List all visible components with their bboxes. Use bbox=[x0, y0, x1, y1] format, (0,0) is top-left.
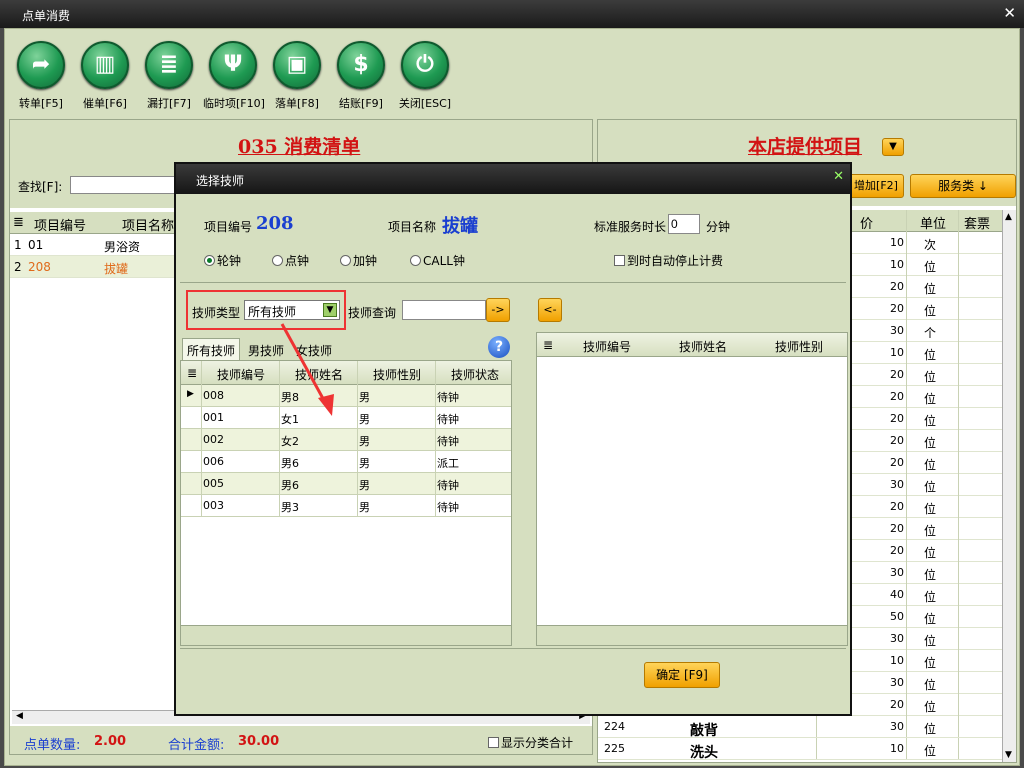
toolbar-icon: ▣ bbox=[273, 41, 321, 89]
item-code-label: 项目编号 bbox=[204, 220, 253, 234]
item-name-value: 拔罐 bbox=[442, 216, 478, 237]
select-technician-dialog: 选择技师 ✕ 项目编号 208 项目名称 拔罐 标准服务时长 分钟 轮钟 点钟 … bbox=[174, 162, 852, 716]
toolbar-button-4[interactable]: ▣ 落单[F8] bbox=[267, 41, 327, 111]
total-value: 30.00 bbox=[238, 734, 280, 749]
mode-radio-3[interactable]: CALL钟 bbox=[410, 252, 465, 269]
toolbar-icon: ≣ bbox=[145, 41, 193, 89]
toolbar-button-label: 漏打[F7] bbox=[147, 97, 191, 110]
category-button[interactable]: 服务类 ↓ bbox=[910, 174, 1016, 198]
technician-grid-header: ≣ 技师编号 技师姓名 技师性别 技师状态 bbox=[181, 361, 511, 385]
col-name: 项目名称 bbox=[122, 219, 175, 234]
order-grid-header: ≣ 项目编号 项目名称 bbox=[10, 212, 180, 234]
table-row[interactable]: 2 208 拔罐 bbox=[10, 256, 180, 278]
col-code: 项目编号 bbox=[34, 219, 87, 234]
table-row[interactable]: 225 洗头 10 位 bbox=[598, 738, 1002, 761]
close-icon[interactable]: ✕ bbox=[1003, 4, 1016, 22]
selected-grid-header: ≣ 技师编号 技师姓名 技师性别 bbox=[537, 333, 847, 357]
tech-query-label: 技师查询 bbox=[348, 306, 397, 320]
current-row-icon: ▶ bbox=[187, 389, 194, 399]
tech-type-select[interactable]: 所有技师 ▼ bbox=[244, 300, 340, 320]
auto-stop-checkbox[interactable]: 到时自动停止计费 bbox=[614, 252, 723, 269]
technician-grid: ≣ 技师编号 技师姓名 技师性别 技师状态 ▶ 008 男8 男待钟 001 女1 男待钟 0… bbox=[180, 360, 512, 646]
chevron-down-icon[interactable]: ▼ bbox=[882, 138, 904, 156]
toolbar-button-label: 结账[F9] bbox=[339, 97, 383, 110]
dialog-close-icon[interactable]: ✕ bbox=[833, 169, 844, 184]
item-code-value: 208 bbox=[256, 213, 294, 234]
toolbar-button-label: 转单[F5] bbox=[19, 97, 63, 110]
technician-row[interactable]: 002 女2 男待钟 bbox=[181, 429, 511, 451]
mode-radio-2[interactable]: 加钟 bbox=[340, 252, 377, 269]
dialog-titlebar: 选择技师 ✕ bbox=[176, 164, 850, 194]
toolbar-button-label: 临时项[F10] bbox=[203, 97, 265, 110]
mode-radio-0[interactable]: 轮钟 bbox=[204, 252, 241, 269]
window-titlebar: 点单消费 ✕ bbox=[0, 0, 1024, 28]
search-input[interactable] bbox=[70, 176, 180, 194]
item-name-label: 项目名称 bbox=[388, 220, 437, 234]
toolbar-icon: ⏻ bbox=[401, 41, 449, 89]
window-title: 点单消费 bbox=[22, 9, 71, 23]
toolbar-icon: ➦ bbox=[17, 41, 65, 89]
technician-row[interactable]: 001 女1 男待钟 bbox=[181, 407, 511, 429]
confirm-button[interactable]: 确定 [F9] bbox=[644, 662, 720, 688]
toolbar-button-label: 关闭[ESC] bbox=[398, 97, 452, 110]
tech-type-label: 技师类型 bbox=[192, 306, 241, 320]
table-row[interactable]: 1 01 男浴资 bbox=[10, 234, 180, 256]
search-label: 查找[F]: bbox=[18, 180, 63, 194]
technician-row[interactable]: 005 男6 男待钟 bbox=[181, 473, 511, 495]
technician-row[interactable]: 006 男6 男派工 bbox=[181, 451, 511, 473]
row-indicator-icon: ≣ bbox=[13, 215, 24, 230]
arrow-left-icon[interactable]: <- bbox=[538, 298, 562, 322]
qty-value: 2.00 bbox=[94, 734, 127, 749]
arrow-right-icon[interactable]: -> bbox=[486, 298, 510, 322]
duration-label: 标准服务时长 bbox=[594, 220, 667, 234]
duration-input[interactable] bbox=[668, 214, 700, 234]
chevron-down-icon: ▼ bbox=[323, 303, 337, 317]
toolbar-button-2[interactable]: ≣ 漏打[F7] bbox=[139, 41, 199, 111]
tech-query-input[interactable] bbox=[402, 300, 486, 320]
selected-technician-grid: ≣ 技师编号 技师姓名 技师性别 bbox=[536, 332, 848, 646]
duration-unit: 分钟 bbox=[706, 220, 731, 234]
toolbar-button-3[interactable]: Ψ 临时项[F10] bbox=[203, 41, 265, 111]
toolbar-button-6[interactable]: ⏻ 关闭[ESC] bbox=[395, 41, 455, 111]
toolbar-button-label: 落单[F8] bbox=[275, 97, 319, 110]
toolbar-button-1[interactable]: ▥ 催单[F6] bbox=[75, 41, 135, 111]
show-category-checkbox[interactable]: 显示分类合计 bbox=[488, 734, 573, 751]
mode-radio-1[interactable]: 点钟 bbox=[272, 252, 309, 269]
service-items-title: 本店提供项目 bbox=[748, 136, 863, 158]
annotation-arrow-icon bbox=[280, 323, 334, 416]
dialog-title: 选择技师 bbox=[196, 174, 245, 188]
row-indicator-icon: ≣ bbox=[542, 338, 554, 352]
technician-row[interactable]: ▶ 008 男8 男待钟 bbox=[181, 385, 511, 407]
table-row[interactable]: 224 敲背 30 位 bbox=[598, 716, 1002, 739]
row-indicator-icon: ≣ bbox=[186, 366, 198, 380]
order-list-title: 035 消费清单 bbox=[238, 136, 361, 158]
total-label: 合计金额: bbox=[168, 738, 225, 753]
help-icon[interactable]: ? bbox=[488, 336, 510, 358]
toolbar-button-label: 催单[F6] bbox=[83, 97, 127, 110]
add-button[interactable]: 增加[F2] bbox=[848, 174, 904, 198]
toolbar-icon: $ bbox=[337, 41, 385, 89]
qty-label: 点单数量: bbox=[24, 738, 81, 753]
toolbar-button-5[interactable]: $ 结账[F9] bbox=[331, 41, 391, 111]
technician-row[interactable]: 003 男3 男待钟 bbox=[181, 495, 511, 517]
vertical-scrollbar[interactable]: ▲ ▼ bbox=[1002, 210, 1016, 762]
toolbar-button-0[interactable]: ➦ 转单[F5] bbox=[11, 41, 71, 111]
tab-all-technicians[interactable]: 所有技师 bbox=[182, 338, 240, 360]
toolbar-icon: Ψ bbox=[209, 41, 257, 89]
toolbar-icon: ▥ bbox=[81, 41, 129, 89]
